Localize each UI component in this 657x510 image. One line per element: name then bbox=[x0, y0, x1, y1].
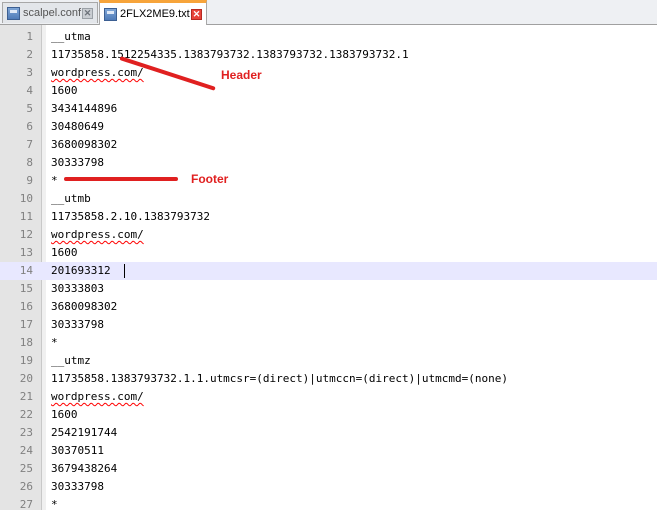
line-number: 1 bbox=[26, 30, 33, 43]
line-number: 24 bbox=[19, 444, 33, 457]
editor-line[interactable]: 1 __utma bbox=[0, 28, 657, 46]
editor-line[interactable]: 12 wordpress.com/ bbox=[0, 226, 657, 244]
editor-line[interactable]: 25 3679438264 bbox=[0, 460, 657, 478]
close-icon[interactable]: ✕ bbox=[191, 8, 202, 20]
floppy-disk-icon bbox=[7, 6, 20, 20]
line-number: 14 bbox=[19, 264, 33, 277]
line-number: 16 bbox=[19, 300, 33, 313]
editor-line[interactable]: 17 30333798 bbox=[0, 316, 657, 334]
line-text[interactable]: 201693312 bbox=[51, 262, 111, 280]
editor-line[interactable]: 4 1600 bbox=[0, 82, 657, 100]
line-text[interactable]: 2542191744 bbox=[51, 424, 117, 442]
editor-line[interactable]: 18 * bbox=[0, 334, 657, 352]
line-number: 15 bbox=[19, 282, 33, 295]
line-text[interactable]: wordpress.com/ bbox=[51, 388, 144, 406]
line-number: 23 bbox=[19, 426, 33, 439]
line-number: 21 bbox=[19, 390, 33, 403]
line-number: 18 bbox=[19, 336, 33, 349]
line-number: 9 bbox=[26, 174, 33, 187]
line-text[interactable]: __utmz bbox=[51, 352, 91, 370]
editor-line[interactable]: 2 11735858.1512254335.1383793732.13837937… bbox=[0, 46, 657, 64]
tab-2flx2me9-txt[interactable]: 2FLX2ME9.txt ✕ bbox=[99, 0, 207, 25]
line-text[interactable]: __utmb bbox=[51, 190, 91, 208]
editor-line[interactable]: 8 30333798 bbox=[0, 154, 657, 172]
line-number: 13 bbox=[19, 246, 33, 259]
editor-line[interactable]: 15 30333803 bbox=[0, 280, 657, 298]
editor-line[interactable]: 3 wordpress.com/ bbox=[0, 64, 657, 82]
editor-line[interactable]: 10 __utmb bbox=[0, 190, 657, 208]
editor-line[interactable]: 13 1600 bbox=[0, 244, 657, 262]
line-text[interactable]: 3679438264 bbox=[51, 460, 117, 478]
line-text[interactable]: * bbox=[51, 172, 58, 190]
editor-line[interactable]: 23 2542191744 bbox=[0, 424, 657, 442]
editor-line[interactable]: 6 30480649 bbox=[0, 118, 657, 136]
line-number: 7 bbox=[26, 138, 33, 151]
footer-annotation-line bbox=[64, 177, 178, 181]
line-number: 8 bbox=[26, 156, 33, 169]
line-text[interactable]: 30333798 bbox=[51, 316, 104, 334]
line-number: 3 bbox=[26, 66, 33, 79]
line-number: 5 bbox=[26, 102, 33, 115]
line-text[interactable]: 30333803 bbox=[51, 280, 104, 298]
line-text[interactable]: 3680098302 bbox=[51, 298, 117, 316]
line-number: 4 bbox=[26, 84, 33, 97]
line-number: 19 bbox=[19, 354, 33, 367]
line-text[interactable]: 1600 bbox=[51, 82, 78, 100]
line-text[interactable]: 3434144896 bbox=[51, 100, 117, 118]
line-number: 10 bbox=[19, 192, 33, 205]
close-icon[interactable]: ✕ bbox=[82, 7, 93, 19]
line-text[interactable]: 30480649 bbox=[51, 118, 104, 136]
line-text[interactable]: __utma bbox=[51, 28, 91, 46]
line-text[interactable]: 11735858.1512254335.1383793732.138379373… bbox=[51, 46, 409, 64]
tab-label: scalpel.conf bbox=[23, 7, 82, 19]
line-text[interactable]: wordpress.com/ bbox=[51, 226, 144, 244]
line-number: 2 bbox=[26, 48, 33, 61]
line-text[interactable]: wordpress.com/ bbox=[51, 64, 144, 82]
tab-bar: scalpel.conf ✕ 2FLX2ME9.txt ✕ bbox=[0, 0, 657, 25]
line-number: 17 bbox=[19, 318, 33, 331]
line-number: 25 bbox=[19, 462, 33, 475]
tab-scalpel-conf[interactable]: scalpel.conf ✕ bbox=[2, 2, 98, 23]
line-text[interactable]: * bbox=[51, 334, 58, 352]
editor-line[interactable]: 24 30370511 bbox=[0, 442, 657, 460]
line-number: 20 bbox=[19, 372, 33, 385]
editor-line[interactable]: 22 1600 bbox=[0, 406, 657, 424]
line-text[interactable]: 1600 bbox=[51, 406, 78, 424]
line-text[interactable]: 1600 bbox=[51, 244, 78, 262]
line-number: 22 bbox=[19, 408, 33, 421]
line-text[interactable]: 11735858.1383793732.1.1.utmcsr=(direct)|… bbox=[51, 370, 508, 388]
editor-line[interactable]: 7 3680098302 bbox=[0, 136, 657, 154]
editor-line[interactable]: 27 * bbox=[0, 496, 657, 510]
line-number: 12 bbox=[19, 228, 33, 241]
footer-annotation-label: Footer bbox=[191, 172, 229, 186]
tab-label: 2FLX2ME9.txt bbox=[120, 8, 190, 20]
line-number: 11 bbox=[19, 210, 33, 223]
editor-line[interactable]: 9 * bbox=[0, 172, 657, 190]
floppy-disk-icon bbox=[104, 7, 117, 21]
line-text[interactable]: 30333798 bbox=[51, 154, 104, 172]
line-text[interactable]: 3680098302 bbox=[51, 136, 117, 154]
line-text[interactable]: * bbox=[51, 496, 58, 510]
line-text[interactable]: 30333798 bbox=[51, 478, 104, 496]
line-number: 6 bbox=[26, 120, 33, 133]
line-text[interactable]: 11735858.2.10.1383793732 bbox=[51, 208, 210, 226]
editor-line[interactable]: 14 201693312 bbox=[0, 262, 657, 280]
editor-line[interactable]: 26 30333798 bbox=[0, 478, 657, 496]
line-number: 26 bbox=[19, 480, 33, 493]
editor-line[interactable]: 20 11735858.1383793732.1.1.utmcsr=(direct… bbox=[0, 370, 657, 388]
line-text[interactable]: 30370511 bbox=[51, 442, 104, 460]
editor-area[interactable]: 1 __utma 2 11735858.1512254335.1383793732.1… bbox=[0, 25, 657, 510]
editor-line[interactable]: 11 11735858.2.10.1383793732 bbox=[0, 208, 657, 226]
text-caret bbox=[124, 264, 125, 278]
editor-line[interactable]: 21 wordpress.com/ bbox=[0, 388, 657, 406]
line-number: 27 bbox=[19, 498, 33, 510]
editor-line[interactable]: 5 3434144896 bbox=[0, 100, 657, 118]
header-annotation-label: Header bbox=[221, 68, 262, 82]
editor-line[interactable]: 16 3680098302 bbox=[0, 298, 657, 316]
editor-line[interactable]: 19 __utmz bbox=[0, 352, 657, 370]
